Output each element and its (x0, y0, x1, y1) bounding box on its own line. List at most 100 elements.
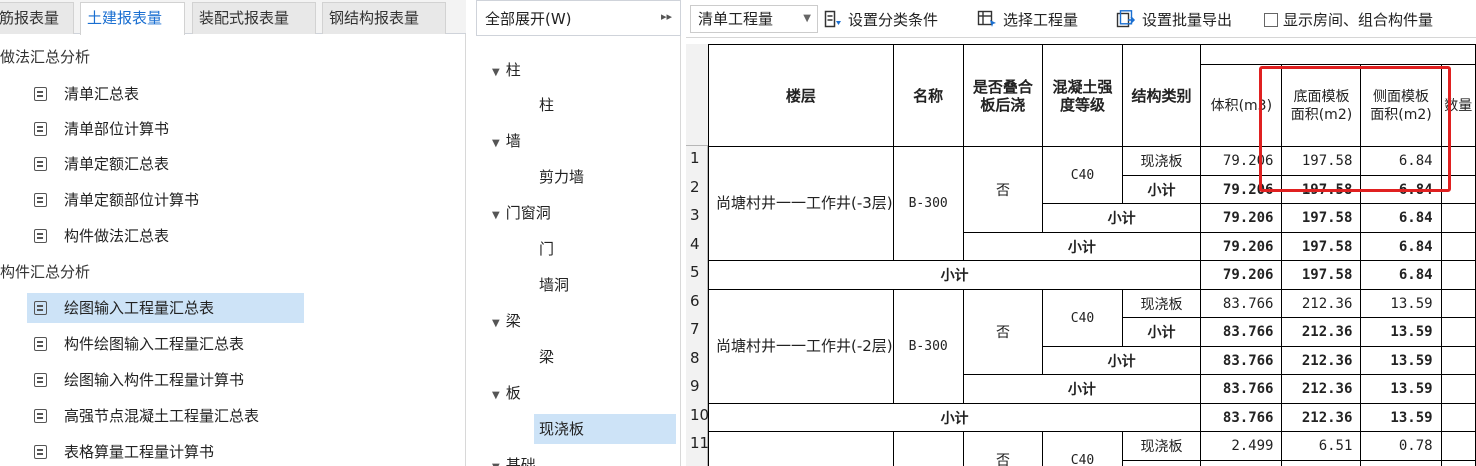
row-number[interactable]: 9 (686, 377, 708, 395)
tree-node-slab[interactable]: ▼ 板 (492, 378, 521, 408)
cell-volume[interactable]: 79.206 (1200, 232, 1283, 261)
cell-count[interactable] (1440, 146, 1476, 176)
report-item[interactable]: 清单定额汇总表 (27, 149, 304, 179)
cell-count[interactable] (1440, 374, 1476, 404)
table-row[interactable]: 小计 79.206 197.58 6.84 (707, 260, 1476, 290)
cell-subtotal-label[interactable]: 小计 (962, 232, 1202, 261)
cell-side-area[interactable]: 6.84 (1360, 232, 1442, 261)
cell-side-area[interactable]: 6.84 (1360, 203, 1442, 233)
tree-node-column[interactable]: ▼ 柱 (492, 55, 521, 85)
cell-count[interactable] (1440, 317, 1476, 347)
header-struct[interactable]: 结构类别 (1121, 44, 1202, 147)
report-item[interactable]: 绘图输入构件工程量计算书 (27, 365, 304, 395)
tree-leaf-column[interactable]: 柱 (539, 90, 554, 120)
tree-leaf-door[interactable]: 门 (539, 234, 554, 264)
expand-all-button[interactable]: 全部展开(W) ▸▸ (476, 0, 681, 36)
row-number[interactable]: 11 (686, 434, 709, 452)
select-quantity-button[interactable]: 选择工程量 (977, 9, 1078, 30)
tree-node-openings[interactable]: ▼ 门窗洞 (492, 198, 551, 228)
cell-count[interactable] (1440, 346, 1476, 375)
cell-side-area[interactable]: 0.78 (1360, 431, 1442, 461)
cell-subtotal-label[interactable]: 小计 (707, 260, 1202, 290)
cell-bottom-area[interactable]: 197.58 (1281, 232, 1362, 261)
cell-bottom-area[interactable]: 212.36 (1281, 289, 1362, 318)
report-item-selected[interactable]: 绘图输入工程量汇总表 (27, 293, 304, 323)
cell-subtotal-label[interactable]: 小计 (707, 403, 1202, 432)
cell-side-area[interactable]: 13.59 (1360, 289, 1442, 318)
cell-side-area[interactable]: 13.59 (1360, 346, 1442, 375)
report-item[interactable]: 清单定额部位计算书 (27, 185, 304, 215)
cell-struct[interactable]: 现浇板 (1121, 289, 1202, 318)
cell-bottom-area[interactable]: 197.58 (1281, 175, 1362, 204)
header-count[interactable]: 数量 (1440, 64, 1476, 147)
cell-count[interactable] (1440, 203, 1476, 233)
cell-volume[interactable]: 83.766 (1200, 317, 1283, 347)
set-category-button[interactable]: 设置分类条件 (824, 9, 938, 30)
cell-bottom-area[interactable]: 212.36 (1281, 374, 1362, 404)
cell-side-area[interactable]: 6.84 (1360, 175, 1442, 204)
row-number[interactable]: 8 (686, 349, 708, 367)
row-number[interactable]: 1 (686, 149, 708, 167)
tree-leaf-wall-opening[interactable]: 墙洞 (539, 270, 569, 300)
show-rooms-checkbox[interactable]: 显示房间、组合构件量 (1264, 9, 1433, 30)
cell-bottom-area[interactable]: 6.51 (1281, 431, 1362, 461)
cell-struct[interactable]: 现浇板 (1121, 146, 1202, 176)
report-item[interactable]: 清单汇总表 (27, 79, 304, 109)
cell-overlap[interactable]: 否 (962, 146, 1044, 233)
cell-volume[interactable] (1200, 460, 1283, 466)
checkbox-box[interactable] (1264, 13, 1278, 27)
cell-grade[interactable]: C40 (1042, 289, 1123, 347)
cell-subtotal-label[interactable]: 小计 (1121, 175, 1202, 204)
report-item[interactable]: 表格算量工程量计算书 (27, 437, 304, 466)
report-item[interactable]: 清单部位计算书 (27, 114, 304, 144)
set-batch-export-button[interactable]: 设置批量导出 (1116, 9, 1232, 30)
header-grade[interactable]: 混凝土强 度等级 (1042, 44, 1123, 147)
tree-node-beam[interactable]: ▼ 梁 (492, 306, 521, 336)
row-number[interactable]: 10 (686, 406, 709, 424)
cell-count[interactable] (1440, 403, 1476, 432)
cell-overlap[interactable]: 否 (962, 289, 1044, 375)
cell-bottom-area[interactable] (1281, 460, 1362, 466)
cell-count[interactable] (1440, 289, 1476, 318)
cell-name[interactable]: B-300 (892, 146, 964, 261)
tab-prefab-report[interactable]: 装配式报表量 (192, 2, 316, 34)
report-item[interactable]: 高强节点混凝土工程量汇总表 (27, 401, 304, 431)
cell-count[interactable] (1440, 175, 1476, 204)
cell-subtotal-label[interactable]: 小计 (1042, 203, 1202, 233)
table-row[interactable]: 尚塘村井一一工作井(-2层) B-300 否 C40 现浇板 83.766 21… (708, 289, 1476, 404)
cell-bottom-area[interactable]: 212.36 (1281, 403, 1362, 432)
cell-side-area[interactable] (1360, 460, 1442, 466)
header-floor[interactable]: 楼层 (708, 44, 894, 147)
cell-volume[interactable]: 83.766 (1200, 346, 1283, 375)
cell-name[interactable]: B-300 (892, 289, 964, 404)
table-row[interactable]: 否 C40 现浇板 2.499 6.51 0.78 (708, 431, 1476, 466)
tab-rebar-report[interactable]: 筋报表量 (0, 2, 74, 34)
cell-overlap[interactable]: 否 (962, 431, 1044, 466)
table-row[interactable]: 小计 83.766 212.36 13.59 (707, 403, 1476, 432)
tree-leaf-shear-wall[interactable]: 剪力墙 (539, 162, 584, 192)
row-number[interactable]: 6 (686, 292, 708, 310)
cell-volume[interactable]: 79.206 (1200, 146, 1283, 176)
cell-side-area[interactable]: 13.59 (1360, 403, 1442, 432)
header-name[interactable]: 名称 (892, 44, 964, 147)
quantity-type-select[interactable]: 清单工程量 ▼ (690, 5, 818, 33)
cell-volume[interactable]: 79.206 (1200, 260, 1283, 290)
group-method-summary[interactable]: 做法汇总分析 (0, 42, 90, 72)
header-volume[interactable]: 体积(m3) (1200, 64, 1283, 147)
header-overlap[interactable]: 是否叠合 板后浇 (962, 44, 1044, 147)
cell-subtotal-label[interactable]: 小计 (1121, 317, 1202, 347)
cell-side-area[interactable]: 13.59 (1360, 317, 1442, 347)
cell-count[interactable] (1440, 260, 1476, 290)
report-item[interactable]: 构件做法汇总表 (27, 221, 304, 251)
cell-struct[interactable]: 现浇板 (1121, 431, 1202, 461)
cell-volume[interactable]: 2.499 (1200, 431, 1283, 461)
cell-grade[interactable]: C40 (1042, 431, 1123, 466)
tree-leaf-beam[interactable]: 梁 (539, 342, 554, 372)
cell-floor[interactable]: 尚塘村井一一工作井(-3层) (708, 146, 894, 261)
cell-side-area[interactable]: 13.59 (1360, 374, 1442, 404)
cell-struct[interactable] (1121, 460, 1202, 466)
cell-bottom-area[interactable]: 197.58 (1281, 203, 1362, 233)
cell-count[interactable] (1440, 232, 1476, 261)
report-item[interactable]: 构件绘图输入工程量汇总表 (27, 329, 304, 359)
cell-count[interactable] (1440, 460, 1476, 466)
